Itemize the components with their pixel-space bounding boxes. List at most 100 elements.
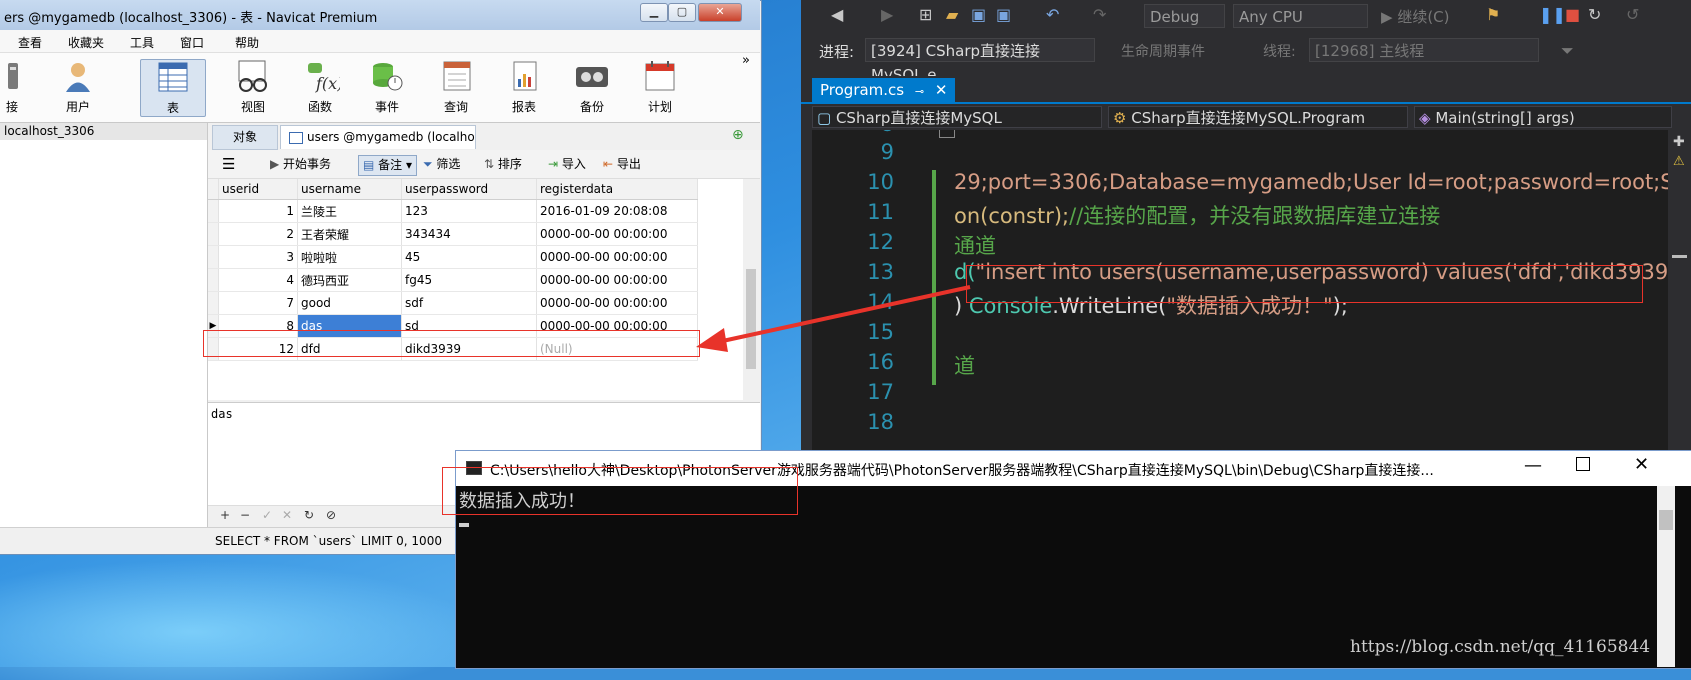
pause-icon[interactable]: ❚❚: [1539, 5, 1566, 24]
save-all-icon[interactable]: ▣: [996, 5, 1011, 24]
export-button[interactable]: ⇤ 导出: [603, 155, 641, 174]
cell-registerdata[interactable]: 0000-00-00 00:00:00: [536, 222, 698, 246]
toolbar-table[interactable]: 表: [140, 59, 206, 117]
cell-username[interactable]: 啦啦啦: [297, 245, 402, 269]
tab-objects[interactable]: 对象: [212, 125, 278, 150]
column-header-registerdata[interactable]: registerdata: [536, 179, 698, 200]
toolbar-function[interactable]: f(x) 函数: [290, 59, 350, 115]
tab-users-table[interactable]: users @mygamedb (localho...: [280, 125, 476, 149]
column-header-userpassword[interactable]: userpassword: [401, 179, 537, 200]
cell-userpassword[interactable]: 123: [401, 199, 537, 223]
new-tab-icon[interactable]: ⊕: [732, 127, 744, 143]
delete-record-button[interactable]: −: [240, 508, 250, 522]
maximize-button[interactable]: ▢: [668, 3, 696, 22]
cell-userid[interactable]: 2: [218, 222, 298, 246]
toolbar-view[interactable]: 视图: [223, 59, 283, 115]
new-project-icon[interactable]: ⊞: [919, 5, 932, 24]
table-row[interactable]: 7 good sdf 0000-00-00 00:00:00: [208, 291, 698, 315]
row-indicator[interactable]: [208, 245, 219, 269]
cell-username[interactable]: 德玛西亚: [297, 268, 402, 292]
cell-username[interactable]: 王者荣耀: [297, 222, 402, 246]
open-folder-icon[interactable]: ▰: [946, 5, 958, 24]
toolbar-report[interactable]: 报表: [494, 59, 554, 115]
cell-userpassword[interactable]: sdf: [401, 291, 537, 315]
tab-program-cs[interactable]: Program.cs ⊸ ✕: [812, 78, 956, 102]
forward-icon[interactable]: ▶: [881, 5, 893, 24]
menu-tools[interactable]: 工具: [130, 34, 154, 51]
pin-icon[interactable]: ⊸: [915, 85, 924, 98]
cell-registerdata[interactable]: 0000-00-00 00:00:00: [536, 245, 698, 269]
member-dropdown[interactable]: ◈ Main(string[] args): [1414, 106, 1672, 128]
discard-changes-button[interactable]: ✕: [282, 508, 292, 522]
cell-userid[interactable]: 3: [218, 245, 298, 269]
filter-button[interactable]: ⏷ 筛选: [423, 155, 460, 174]
cell-userid[interactable]: 4: [218, 268, 298, 292]
row-indicator[interactable]: [208, 268, 219, 292]
undo-icon[interactable]: ↶: [1046, 5, 1059, 24]
menu-favorites[interactable]: 收藏夹: [68, 34, 104, 51]
console-maximize-button[interactable]: [1576, 457, 1590, 471]
project-dropdown[interactable]: ▢ CSharp直接连接MySQL: [812, 106, 1102, 128]
apply-changes-button[interactable]: ✓: [262, 508, 272, 522]
cell-userpassword[interactable]: fg45: [401, 268, 537, 292]
vs-editor-scroll-margin[interactable]: ✚ ⚠: [1668, 130, 1691, 450]
cell-registerdata[interactable]: 0000-00-00 00:00:00: [536, 291, 698, 315]
table-row[interactable]: 4 德玛西亚 fg45 0000-00-00 00:00:00: [208, 268, 698, 292]
cell-username[interactable]: good: [297, 291, 402, 315]
cell-userid[interactable]: 7: [218, 291, 298, 315]
configuration-dropdown[interactable]: Debug: [1144, 4, 1225, 28]
class-dropdown[interactable]: ⚙ CSharp直接连接MySQL.Program: [1108, 106, 1408, 128]
row-indicator[interactable]: [208, 199, 219, 223]
row-indicator[interactable]: [208, 291, 219, 315]
toolbar-schedule[interactable]: 计划: [630, 59, 690, 115]
toolbar-event[interactable]: 事件: [357, 59, 417, 115]
toolbar-backup[interactable]: 备份: [562, 59, 622, 115]
stop-debug-icon[interactable]: ■: [1565, 5, 1580, 24]
menu-help[interactable]: 帮助: [235, 34, 259, 51]
restart-icon[interactable]: ↻: [1588, 5, 1601, 24]
split-icon[interactable]: ✚: [1673, 134, 1685, 150]
table-row[interactable]: 2 王者荣耀 343434 0000-00-00 00:00:00: [208, 222, 698, 246]
toolbar-overflow-icon[interactable]: »: [742, 53, 750, 68]
cell-userpassword[interactable]: 45: [401, 245, 537, 269]
import-button[interactable]: ⇥ 导入: [548, 155, 586, 174]
cell-username[interactable]: 兰陵王: [297, 199, 402, 223]
begin-transaction-button[interactable]: ▶ 开始事务: [270, 155, 331, 174]
menu-window[interactable]: 窗口: [180, 34, 204, 51]
sort-button[interactable]: ⇅ 排序: [484, 155, 522, 174]
save-icon[interactable]: ▣: [971, 5, 986, 24]
cell-userpassword[interactable]: 343434: [401, 222, 537, 246]
table-row[interactable]: 3 啦啦啦 45 0000-00-00 00:00:00: [208, 245, 698, 269]
step-icon[interactable]: ↺: [1626, 5, 1639, 24]
thread-dropdown[interactable]: [12968] 主线程: [1309, 38, 1539, 62]
console-close-button[interactable]: ✕: [1634, 454, 1649, 475]
add-record-button[interactable]: +: [220, 508, 230, 522]
table-row[interactable]: 1 兰陵王 123 2016-01-09 20:08:08: [208, 199, 698, 223]
cell-registerdata[interactable]: 2016-01-09 20:08:08: [536, 199, 698, 223]
menu-view[interactable]: 查看: [18, 34, 42, 51]
row-indicator[interactable]: [208, 222, 219, 246]
close-tab-icon[interactable]: ✕: [935, 81, 948, 99]
stop-button[interactable]: ⊘: [326, 508, 336, 522]
console-minimize-button[interactable]: —: [1524, 455, 1542, 476]
column-header-userid[interactable]: userid: [218, 179, 298, 200]
minimize-button[interactable]: ▁: [640, 3, 668, 22]
continue-button[interactable]: ▶ 继续(C): [1381, 6, 1450, 27]
platform-dropdown[interactable]: Any CPU: [1233, 4, 1368, 28]
memo-button[interactable]: ▤ 备注 ▾: [358, 155, 418, 176]
back-icon[interactable]: ◀: [831, 5, 843, 24]
process-dropdown[interactable]: [3924] CSharp直接连接MySQL.e: [865, 38, 1095, 84]
toolbar-query[interactable]: 查询: [426, 59, 486, 115]
toolbar-connection[interactable]: 接: [0, 59, 42, 115]
menu-icon[interactable]: ☰: [222, 155, 235, 174]
console-scrollbar[interactable]: [1657, 486, 1675, 667]
lifecycle-events-button[interactable]: 生命周期事件: [1121, 41, 1205, 61]
refresh-button[interactable]: ↻: [304, 508, 314, 522]
cell-userid[interactable]: 1: [218, 199, 298, 223]
cell-registerdata[interactable]: 0000-00-00 00:00:00: [536, 268, 698, 292]
console-scrollbar-thumb[interactable]: [1659, 510, 1673, 530]
close-button[interactable]: ✕: [698, 3, 742, 22]
collapse-icon[interactable]: −: [939, 130, 955, 138]
navicat-title-bar[interactable]: ers @mygamedb (localhost_3306) - 表 - Nav…: [0, 0, 760, 30]
toolbar-user[interactable]: 用户: [48, 59, 108, 115]
